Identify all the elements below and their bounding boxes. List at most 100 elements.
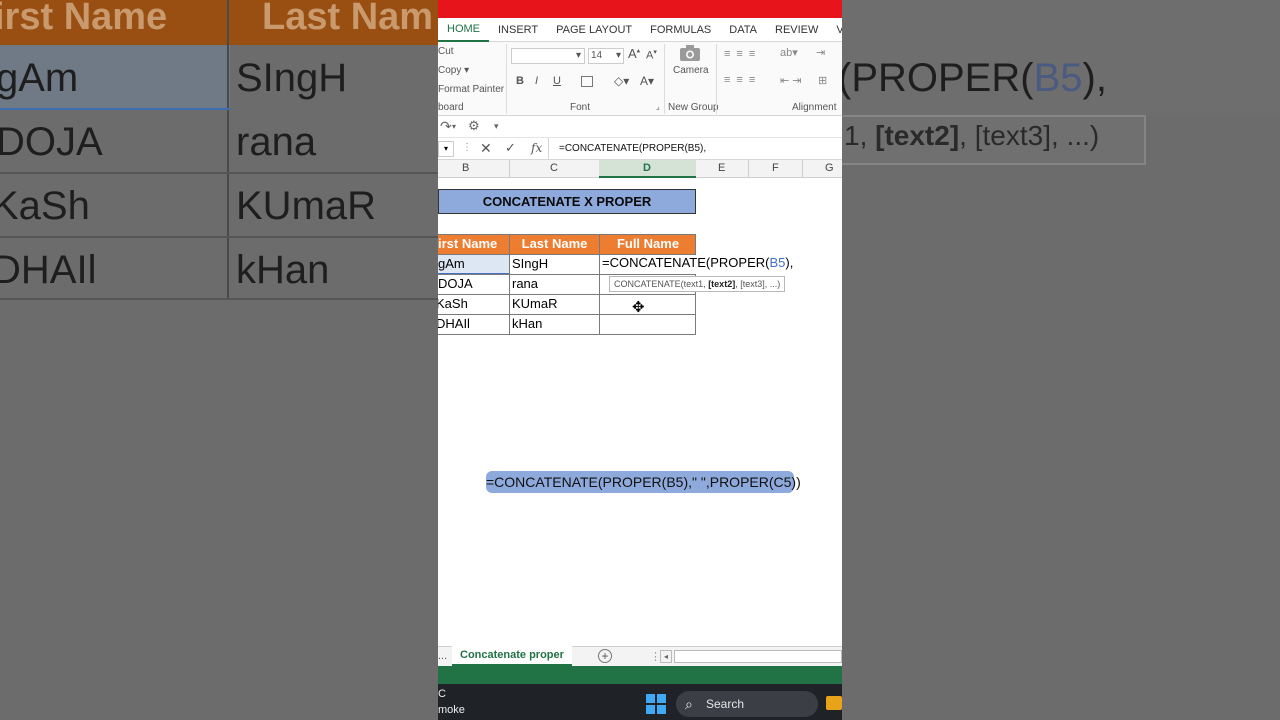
cell-b5[interactable]: gAm [438,256,465,271]
wrap-text-icon[interactable]: ⇥ [816,46,825,59]
search-icon: ⌕ [685,696,693,712]
title-cell[interactable]: CONCATENATE X PROPER [438,189,696,214]
bg-cell: KUmaR [236,184,377,228]
ribbon-tabs: HOME INSERT PAGE LAYOUT FORMULAS DATA RE… [438,18,842,42]
indent-icons[interactable]: ⇤ ⇥ [780,74,802,87]
column-header-c[interactable]: C [550,162,558,174]
function-tooltip[interactable]: CONCATENATE(text1, [text2], [text3], ...… [609,276,786,292]
column-header-d[interactable]: D [643,162,651,174]
bg-header-first: irst Name [0,0,168,38]
top-red-bar [438,0,842,18]
horizontal-scrollbar[interactable] [674,650,842,663]
bg-header-last: Last Nam [262,0,434,38]
cell-b6[interactable]: DOJA [438,276,473,291]
bold-button[interactable]: B [516,75,524,87]
qat-more-icon[interactable]: ▾ [494,121,499,132]
header-last-name[interactable]: Last Name [510,234,599,254]
status-bar [438,666,842,684]
chevron-down-icon: ▾ [575,50,581,61]
font-name-select[interactable]: ▾ [511,48,585,64]
tab-page-layout[interactable]: PAGE LAYOUT [547,18,641,42]
underline-button[interactable]: U [553,75,561,87]
splitter-icon: ⋮ [462,142,472,153]
cell-b7[interactable]: KaSh [438,296,468,311]
column-header-g[interactable]: G [825,162,834,174]
ribbon-home: Cut Copy ▾ Format Painter board ▾ 14 ▾ A▴… [438,42,842,116]
bg-cell: DHAIl [0,248,97,292]
sheet-scroll-ellipsis[interactable]: ... [438,650,447,662]
tab-insert[interactable]: INSERT [489,18,547,42]
column-headers: B C D E F G [438,160,842,178]
tab-view[interactable]: VIEW [827,18,842,42]
tab-data[interactable]: DATA [720,18,766,42]
cut-button[interactable]: Cut [438,46,454,57]
header-full-name[interactable]: Full Name [600,234,696,254]
bg-cell: KaSh [0,184,90,228]
vertical-align-icons[interactable]: ≡≡≡ [724,48,761,60]
new-group-label: New Group [668,102,719,113]
formula-input[interactable]: =CONCATENATE(PROPER(B5), [548,138,842,160]
formula-bar: ▾ ⋮ ✕ ✓ fx =CONCATENATE(PROPER(B5), [438,138,842,160]
bg-cell: kHan [236,248,330,292]
bg-cell: DOJA [0,120,103,164]
font-size-select[interactable]: 14 ▾ [588,48,624,64]
clipboard-group-label: board [438,102,464,113]
quick-access-toolbar: ↷ ▾ ⚙ ▾ [438,116,842,138]
camera-icon[interactable] [678,44,702,62]
excel-window: HOME INSERT PAGE LAYOUT FORMULAS DATA RE… [438,0,842,720]
font-color-icon[interactable]: A▾ [640,74,654,88]
tab-review[interactable]: REVIEW [766,18,827,42]
column-header-f[interactable]: F [772,162,779,174]
bg-formula: (PROPER(B5), [842,56,1107,100]
windows-taskbar: C moke ⌕ Search [438,684,842,720]
shrink-font-icon[interactable]: A▾ [646,48,657,62]
camera-button[interactable]: Camera [673,65,709,76]
name-box-dropdown[interactable]: ▾ [438,141,454,157]
cell-cursor-icon: ✥ [632,299,645,316]
redo-icon[interactable]: ↷ [440,118,452,135]
cell-c8[interactable]: kHan [512,316,542,331]
customize-icon[interactable]: ⚙ [468,118,480,134]
cell-c7[interactable]: KUmaR [512,296,558,311]
borders-icon[interactable] [581,76,593,87]
dialog-launcher-icon[interactable]: ⌟ [656,102,660,111]
insert-function-button[interactable]: fx [531,141,542,155]
italic-button[interactable]: I [535,75,538,87]
fill-color-icon[interactable]: ◇▾ [614,74,629,88]
column-header-e[interactable]: E [718,162,725,174]
copy-button[interactable]: Copy ▾ [438,65,469,76]
grow-font-icon[interactable]: A▴ [628,46,640,61]
add-sheet-button[interactable]: + [598,649,612,663]
tab-formulas[interactable]: FORMULAS [641,18,720,42]
format-painter-button[interactable]: Format Painter [438,84,504,95]
sheet-tab-concatenate-proper[interactable]: Concatenate proper [452,646,572,666]
formula-caption: =CONCATENATE(PROPER(B5)," ",PROPER(C5)) [486,471,801,493]
bg-cell: rana [236,120,317,164]
windows-start-icon[interactable] [646,694,666,714]
worksheet-grid[interactable]: CONCATENATE X PROPER irst Name Last Name… [438,178,842,638]
weather-widget-line1[interactable]: C [438,688,446,700]
header-first-name[interactable]: irst Name [438,234,509,254]
merge-icon[interactable]: ⊞ [818,74,827,87]
tab-home[interactable]: HOME [438,18,489,42]
cell-c6[interactable]: rana [512,276,538,291]
chevron-down-icon: ▾ [615,50,621,61]
background-zoom-left: irst Name Last Nam gAm SIngH DOJA rana K… [0,0,438,720]
chevron-down-icon: ▾ [464,65,470,76]
search-label: Search [706,697,745,711]
weather-widget-line2[interactable]: moke [438,704,465,716]
cancel-icon[interactable]: ✕ [480,140,492,157]
horizontal-align-icons[interactable]: ≡≡≡ [724,74,761,86]
alignment-group-label: Alignment [792,102,837,113]
cell-c5[interactable]: SIngH [512,256,548,271]
column-header-b[interactable]: B [462,162,469,174]
orientation-icon[interactable]: ab▾ [780,46,798,59]
chevron-down-icon[interactable]: ▾ [452,122,456,131]
scroll-left-icon[interactable]: ◂ [660,650,672,663]
cell-b8[interactable]: DHAIl [438,316,470,331]
enter-icon[interactable]: ✓ [505,140,516,156]
taskbar-search[interactable]: ⌕ Search [676,691,818,717]
file-explorer-icon[interactable] [826,696,842,710]
bg-cell: SIngH [236,56,348,100]
cell-d5-editing[interactable]: =CONCATENATE(PROPER(B5), [602,255,793,270]
